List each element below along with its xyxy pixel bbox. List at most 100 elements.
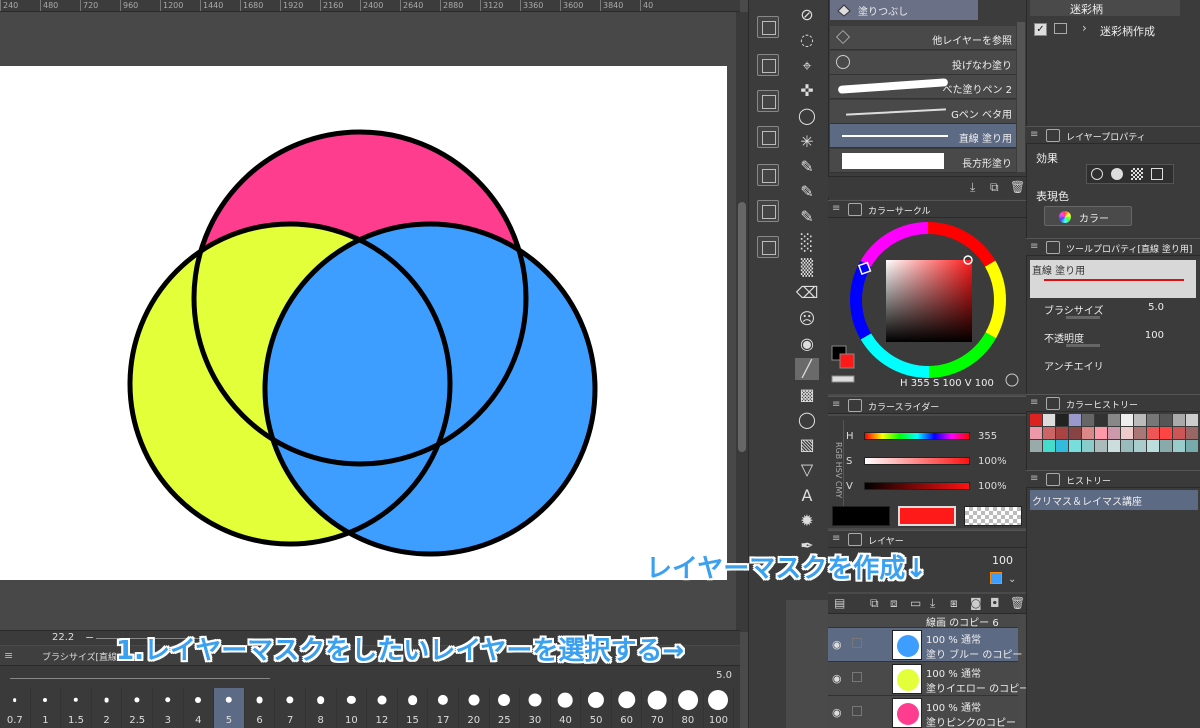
apply-mask-icon[interactable]: ◘	[990, 596, 1000, 610]
layer-row[interactable]: ◉ 100 % 通常 塗りピンクのコピー	[828, 696, 1018, 728]
tool-button[interactable]: ╱	[795, 358, 819, 381]
color-history-swatch[interactable]	[1147, 414, 1159, 426]
color-slider-row[interactable]: V 100%	[846, 478, 1024, 496]
brush-size-property[interactable]: ブラシサイズ 5.0	[1040, 302, 1190, 320]
eye-icon[interactable]: ◉	[832, 706, 842, 719]
tool-button[interactable]: ✎	[795, 156, 819, 178]
new-folder-icon[interactable]: ▭	[910, 596, 921, 610]
color-history-swatch[interactable]	[1173, 427, 1185, 439]
tool-button[interactable]: ⌖	[795, 55, 819, 77]
color-history-swatch[interactable]	[1056, 440, 1068, 452]
tone-icon[interactable]	[1131, 168, 1143, 180]
layer-export-icon[interactable]	[757, 236, 779, 258]
layer-fill-icon[interactable]	[757, 90, 779, 112]
new-raster-layer-icon[interactable]: ⧉	[870, 596, 879, 611]
color-history-swatch[interactable]	[1056, 414, 1068, 426]
panel-menu-icon[interactable]: ≡	[1030, 397, 1038, 408]
color-history-swatch[interactable]	[1173, 414, 1185, 426]
tool-button[interactable]: ⊘	[795, 4, 819, 26]
color-history-swatch[interactable]	[1095, 440, 1107, 452]
effect-buttons[interactable]	[1086, 164, 1174, 184]
brush-size-preset[interactable]: 30	[520, 688, 551, 728]
tool-button[interactable]: ▧	[795, 434, 819, 456]
brush-size-preset[interactable]: 60	[612, 688, 643, 728]
color-history-swatch[interactable]	[1186, 427, 1198, 439]
color-history-swatch[interactable]	[1160, 414, 1172, 426]
new-vector-layer-icon[interactable]: ⧈	[890, 596, 898, 611]
transparent-swatch[interactable]	[964, 506, 1022, 526]
tool-button[interactable]: ◯	[795, 409, 819, 431]
tool-button[interactable]: ☹	[795, 308, 819, 330]
subtool-item[interactable]: 長方形塗り	[830, 148, 1016, 173]
color-slider-track[interactable]	[864, 482, 970, 490]
layer-clear-icon[interactable]	[757, 54, 779, 76]
tool-button[interactable]: ░	[795, 232, 819, 254]
brush-size-preset[interactable]: 40	[551, 688, 582, 728]
color-history-swatch[interactable]	[1108, 440, 1120, 452]
color-history-swatch[interactable]	[1043, 440, 1055, 452]
tool-button[interactable]: ⌫	[795, 282, 819, 304]
scrollbar-thumb[interactable]	[738, 202, 746, 452]
layer-toolbar-icon[interactable]: ▤	[834, 596, 845, 610]
brush-size-preset[interactable]: 8	[306, 688, 337, 728]
subtool-item[interactable]: 他レイヤーを参照	[830, 26, 1016, 50]
color-history-swatch[interactable]	[1186, 414, 1198, 426]
brush-size-preset[interactable]: 1.5	[61, 688, 92, 728]
color-history-swatch[interactable]	[1121, 427, 1133, 439]
color-history-swatch[interactable]	[1043, 427, 1055, 439]
brush-size-preset[interactable]: 15	[398, 688, 429, 728]
antialias-property[interactable]: アンチエイリ	[1040, 358, 1190, 376]
brush-size-track[interactable]	[10, 678, 270, 679]
color-history-swatch[interactable]	[1069, 440, 1081, 452]
brush-size-preset[interactable]: 50	[581, 688, 612, 728]
eye-icon[interactable]: ◉	[832, 672, 842, 685]
layer-color-effect-icon[interactable]	[1151, 168, 1163, 180]
pattern-item[interactable]: ✓ › 迷彩柄作成	[1030, 20, 1198, 40]
color-history-swatch[interactable]	[1147, 427, 1159, 439]
layer-merge-icon[interactable]	[757, 126, 779, 148]
color-wheel[interactable]	[828, 218, 1026, 394]
brush-size-preset[interactable]: 100	[704, 688, 735, 728]
layer-row[interactable]: ◉ 100 % 通常 塗り ブルー のコピー	[828, 628, 1022, 662]
zoom-out-button[interactable]: −	[85, 631, 94, 644]
tool-button[interactable]: ✎	[795, 206, 819, 228]
brush-size-preset[interactable]: 5	[214, 688, 245, 728]
color-history-swatch[interactable]	[1095, 414, 1107, 426]
color-history-swatch[interactable]	[1082, 414, 1094, 426]
tool-button[interactable]: ✹	[795, 510, 819, 532]
color-history-swatch[interactable]	[1030, 414, 1042, 426]
layer-delete-icon[interactable]	[757, 200, 779, 222]
color-history-swatch[interactable]	[1134, 440, 1146, 452]
main-color-swatch[interactable]	[832, 506, 890, 526]
color-history-swatch[interactable]	[1030, 427, 1042, 439]
panel-menu-icon[interactable]: ≡	[832, 399, 840, 410]
color-slider-row[interactable]: S 100%	[846, 453, 1024, 471]
subtool-item[interactable]: べた塗りペン 2	[830, 75, 1016, 99]
tool-button[interactable]: ▒	[795, 257, 819, 279]
extract-line-icon[interactable]	[1111, 168, 1123, 180]
eye-icon[interactable]: ◉	[832, 638, 842, 651]
color-history-swatch[interactable]	[1134, 414, 1146, 426]
color-history-swatch[interactable]	[1095, 427, 1107, 439]
color-history-swatch[interactable]	[1186, 440, 1198, 452]
opacity-property-track[interactable]	[1066, 344, 1100, 347]
lock-toggle[interactable]	[852, 672, 862, 682]
border-effect-icon[interactable]	[1091, 168, 1103, 180]
panel-menu-icon[interactable]: ≡	[832, 533, 840, 544]
panel-menu-icon[interactable]: ≡	[832, 203, 840, 214]
color-history-swatch[interactable]	[1069, 427, 1081, 439]
brush-size-preset[interactable]: 0.7	[0, 688, 31, 728]
subtool-scrollbar[interactable]	[1017, 22, 1025, 172]
color-history-swatch[interactable]	[1134, 427, 1146, 439]
brush-size-preset[interactable]: 12	[367, 688, 398, 728]
color-history-swatch[interactable]	[1030, 440, 1042, 452]
color-mode-tabs[interactable]: RGB HSV CMY	[832, 420, 844, 520]
panel-menu-icon[interactable]: ≡	[1030, 473, 1038, 484]
layer-row[interactable]: ◉ 100 % 通常 塗りイエロー のコピー	[828, 662, 1029, 696]
brush-size-preset[interactable]: 3	[153, 688, 184, 728]
canvas-vertical-scrollbar[interactable]	[736, 12, 748, 632]
color-history-swatch[interactable]	[1121, 414, 1133, 426]
trash-icon[interactable]: 🗑	[1010, 596, 1025, 610]
brush-size-preset[interactable]: 70	[642, 688, 674, 728]
color-history-swatch[interactable]	[1108, 414, 1120, 426]
